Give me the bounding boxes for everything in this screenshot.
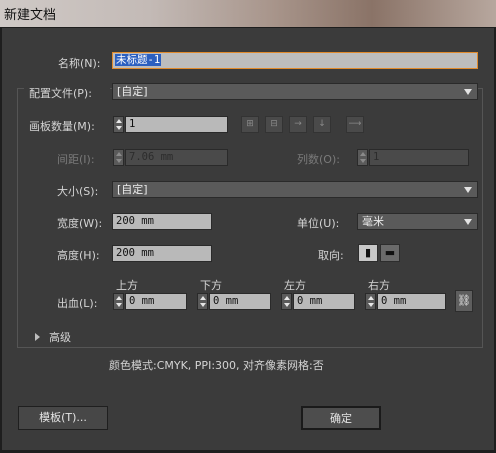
columns-label: 列数(O): xyxy=(297,153,340,166)
size-label: 大小(S): xyxy=(57,185,99,198)
change-to-rtl-icon[interactable]: ⟶ xyxy=(346,116,364,133)
name-value: 未标题-1 xyxy=(115,54,162,66)
width-label: 宽度(W): xyxy=(57,217,103,230)
document-summary: 颜色模式:CMYK, PPI:300, 对齐像素网格:否 xyxy=(109,359,324,372)
new-document-dialog: 名称(N): 未标题-1 配置文件(P): [自定] 画板数量(M): 1 ⊞ … xyxy=(2,28,494,450)
chevron-down-icon xyxy=(464,187,472,193)
window-title: 新建文档 xyxy=(4,8,57,23)
units-dropdown[interactable]: 毫米 xyxy=(357,213,478,230)
bleed-bottom-input[interactable]: 0 mm xyxy=(209,293,271,310)
bleed-label: 出血(L): xyxy=(57,297,98,310)
spacing-input[interactable]: 7.06 mm xyxy=(125,149,228,166)
columns-stepper[interactable] xyxy=(357,149,368,166)
columns-input[interactable]: 1 xyxy=(369,149,469,166)
bleed-top-label: 上方 xyxy=(116,279,138,292)
bleed-bottom-stepper[interactable] xyxy=(197,293,208,310)
bleed-right-input[interactable]: 0 mm xyxy=(377,293,446,310)
bleed-right-stepper[interactable] xyxy=(365,293,376,310)
name-label: 名称(N): xyxy=(58,57,101,70)
artboards-input[interactable]: 1 xyxy=(125,116,228,133)
name-input[interactable]: 未标题-1 xyxy=(112,52,478,69)
size-dropdown[interactable]: [自定] xyxy=(112,181,478,198)
width-input[interactable]: 200 mm xyxy=(112,213,212,230)
bleed-bottom-label: 下方 xyxy=(200,279,222,292)
grid-by-column-icon[interactable]: ⊟ xyxy=(265,116,283,133)
bleed-left-stepper[interactable] xyxy=(281,293,292,310)
portrait-icon[interactable]: ▮ xyxy=(358,244,378,262)
profile-dropdown[interactable]: [自定] xyxy=(112,83,478,100)
units-label: 单位(U): xyxy=(297,217,340,230)
spacing-stepper[interactable] xyxy=(113,149,124,166)
bleed-top-stepper[interactable] xyxy=(113,293,124,310)
artboards-stepper[interactable] xyxy=(113,116,124,133)
arrange-by-row-icon[interactable]: → xyxy=(289,116,307,133)
grid-by-row-icon[interactable]: ⊞ xyxy=(241,116,259,133)
landscape-icon[interactable]: ▬ xyxy=(380,244,400,262)
bleed-right-label: 右方 xyxy=(368,279,390,292)
title-bar: 新建文档 xyxy=(0,0,496,27)
units-value: 毫米 xyxy=(362,215,384,228)
size-value: [自定] xyxy=(117,183,148,196)
bleed-top-input[interactable]: 0 mm xyxy=(125,293,187,310)
profile-label: 配置文件(P): xyxy=(29,87,92,100)
chevron-down-icon xyxy=(464,89,472,95)
profile-value: [自定] xyxy=(117,85,148,98)
bleed-left-label: 左方 xyxy=(284,279,306,292)
arrange-by-column-icon[interactable]: ↓ xyxy=(313,116,331,133)
height-label: 高度(H): xyxy=(57,249,100,262)
expand-triangle-icon[interactable] xyxy=(35,333,40,341)
orientation-label: 取向: xyxy=(318,249,344,262)
link-icon[interactable]: ⛓ xyxy=(455,290,473,312)
bleed-left-input[interactable]: 0 mm xyxy=(293,293,355,310)
chevron-down-icon xyxy=(464,219,472,225)
height-input[interactable]: 200 mm xyxy=(112,245,212,262)
artboards-label: 画板数量(M): xyxy=(29,120,95,133)
templates-button[interactable]: 模板(T)... xyxy=(18,406,108,430)
advanced-toggle[interactable]: 高级 xyxy=(49,329,71,345)
spacing-label: 间距(I): xyxy=(57,153,95,166)
ok-button[interactable]: 确定 xyxy=(301,406,381,430)
